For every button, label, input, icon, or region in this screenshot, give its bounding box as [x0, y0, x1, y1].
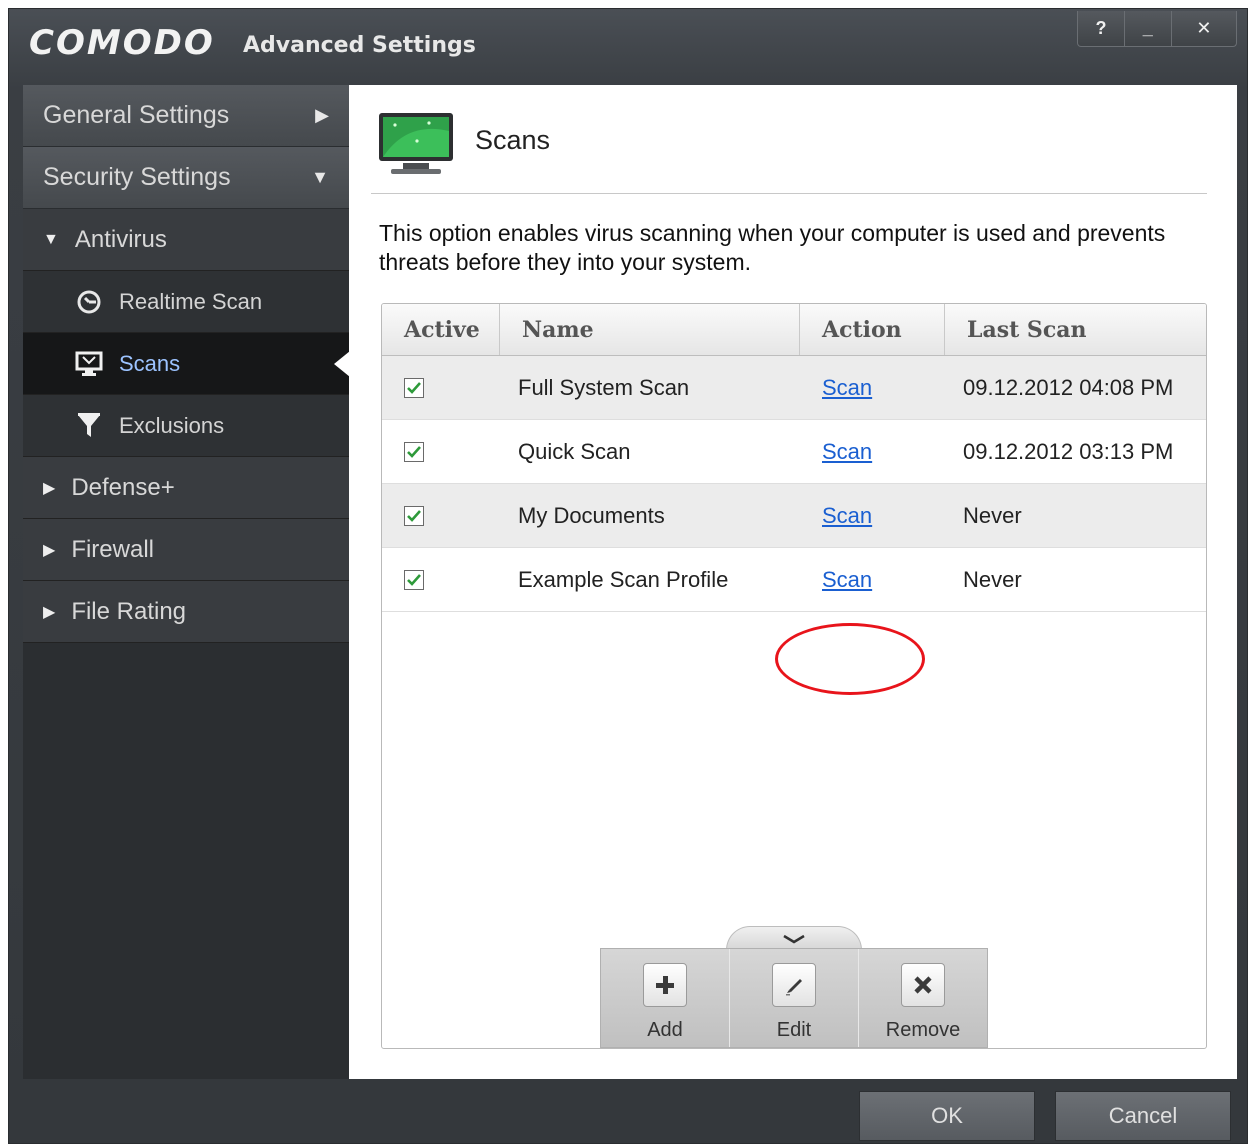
scan-link[interactable]: Scan: [822, 439, 872, 465]
add-button[interactable]: Add: [601, 949, 730, 1047]
help-button[interactable]: ?: [1078, 11, 1125, 46]
checkmark-icon: [407, 509, 421, 522]
pencil-icon: [772, 963, 816, 1007]
action-toolbar: Add Edit Remove: [600, 926, 988, 1048]
table-header: Active Name Action Last Scan: [382, 304, 1206, 356]
plus-icon: [643, 963, 687, 1007]
table-row[interactable]: My Documents Scan Never: [382, 484, 1206, 548]
sidebar-item-label: Firewall: [71, 535, 154, 563]
close-button[interactable]: ✕: [1172, 11, 1236, 46]
window-title: Advanced Settings: [243, 33, 476, 58]
remove-button[interactable]: Remove: [859, 949, 987, 1047]
expand-triangle-icon: ▶: [43, 541, 56, 559]
filter-icon: [75, 412, 103, 440]
scan-name: Quick Scan: [518, 438, 631, 464]
cancel-button[interactable]: Cancel: [1055, 1091, 1231, 1141]
scan-name: Full System Scan: [518, 374, 690, 400]
checkmark-icon: [407, 573, 421, 586]
column-header-active[interactable]: Active: [382, 304, 500, 355]
last-scan-value: Never: [963, 502, 1022, 528]
ok-button[interactable]: OK: [859, 1091, 1035, 1141]
edit-button[interactable]: Edit: [730, 949, 859, 1047]
scan-link[interactable]: Scan: [822, 503, 872, 529]
sidebar-item-defense-plus[interactable]: ▶ Defense+: [23, 457, 349, 519]
table-row[interactable]: Example Scan Profile Scan Never: [382, 548, 1206, 612]
last-scan-value: 09.12.2012 04:08 PM: [963, 374, 1174, 400]
divider: [371, 193, 1207, 194]
scan-name: My Documents: [518, 502, 665, 528]
checkmark-icon: [407, 445, 421, 458]
sidebar-item-label: General Settings: [43, 101, 230, 129]
title-bar: COMODO Advanced Settings ? _ ✕: [9, 9, 1247, 81]
page-description: This option enables virus scanning when …: [379, 220, 1166, 275]
scan-link[interactable]: Scan: [822, 567, 872, 593]
chevron-down-icon: [783, 934, 805, 943]
column-header-last-scan[interactable]: Last Scan: [945, 304, 1206, 355]
active-checkbox[interactable]: [404, 569, 424, 590]
sidebar-item-scans[interactable]: Scans: [23, 333, 350, 395]
remove-label: Remove: [885, 1019, 961, 1041]
brand-logo: COMODO: [29, 23, 215, 63]
sidebar-item-label: Security Settings: [43, 163, 231, 191]
scan-profiles-table: Active Name Action Last Scan Full System…: [381, 303, 1207, 1049]
expand-triangle-icon: ▼: [43, 230, 59, 248]
chevron-right-icon: ▶: [315, 105, 329, 125]
window-controls: ? _ ✕: [1077, 11, 1237, 47]
column-header-name[interactable]: Name: [500, 304, 800, 355]
sidebar-item-label: Exclusions: [119, 412, 225, 438]
minimize-button[interactable]: _: [1125, 11, 1172, 46]
sidebar-item-antivirus[interactable]: ▼ Antivirus: [23, 209, 349, 271]
chevron-down-icon: ▼: [311, 167, 329, 187]
table-row[interactable]: Quick Scan Scan 09.12.2012 03:13 PM: [382, 420, 1206, 484]
sidebar: General Settings ▶ Security Settings ▼ ▼…: [23, 85, 350, 1079]
edit-label: Edit: [776, 1019, 812, 1041]
page-title: Scans: [475, 125, 551, 155]
expand-triangle-icon: ▶: [43, 603, 56, 621]
realtime-scan-icon: [75, 288, 103, 316]
sidebar-item-label: File Rating: [71, 597, 187, 625]
settings-window: COMODO Advanced Settings ? _ ✕ General S…: [8, 8, 1248, 1144]
sidebar-item-label: Antivirus: [74, 225, 167, 253]
close-icon: [901, 963, 945, 1007]
active-checkbox[interactable]: [404, 441, 424, 462]
last-scan-value: 09.12.2012 03:13 PM: [963, 438, 1174, 464]
last-scan-value: Never: [963, 566, 1022, 592]
scan-name: Example Scan Profile: [518, 566, 729, 592]
add-label: Add: [647, 1019, 683, 1041]
sidebar-item-general-settings[interactable]: General Settings ▶: [23, 85, 349, 147]
table-row[interactable]: Full System Scan Scan 09.12.2012 04:08 P…: [382, 356, 1206, 420]
monitor-icon: [75, 350, 103, 378]
sidebar-item-realtime-scan[interactable]: Realtime Scan: [23, 271, 349, 333]
expand-triangle-icon: ▶: [43, 479, 56, 497]
sidebar-item-label: Defense+: [71, 473, 175, 501]
checkmark-icon: [407, 381, 421, 394]
active-checkbox[interactable]: [404, 377, 424, 398]
sidebar-item-label: Realtime Scan: [119, 288, 263, 314]
sidebar-item-firewall[interactable]: ▶ Firewall: [23, 519, 349, 581]
sidebar-item-exclusions[interactable]: Exclusions: [23, 395, 349, 457]
scans-monitor-icon: [377, 111, 455, 177]
column-header-action[interactable]: Action: [800, 304, 945, 355]
active-checkbox[interactable]: [404, 505, 424, 526]
sidebar-item-label: Scans: [119, 350, 181, 376]
main-panel: Scans This option enables virus scanning…: [349, 85, 1237, 1079]
sidebar-item-security-settings[interactable]: Security Settings ▼: [23, 147, 349, 209]
sidebar-item-file-rating[interactable]: ▶ File Rating: [23, 581, 349, 643]
toolbar-collapse-handle[interactable]: [726, 926, 862, 950]
scan-link[interactable]: Scan: [822, 375, 872, 401]
